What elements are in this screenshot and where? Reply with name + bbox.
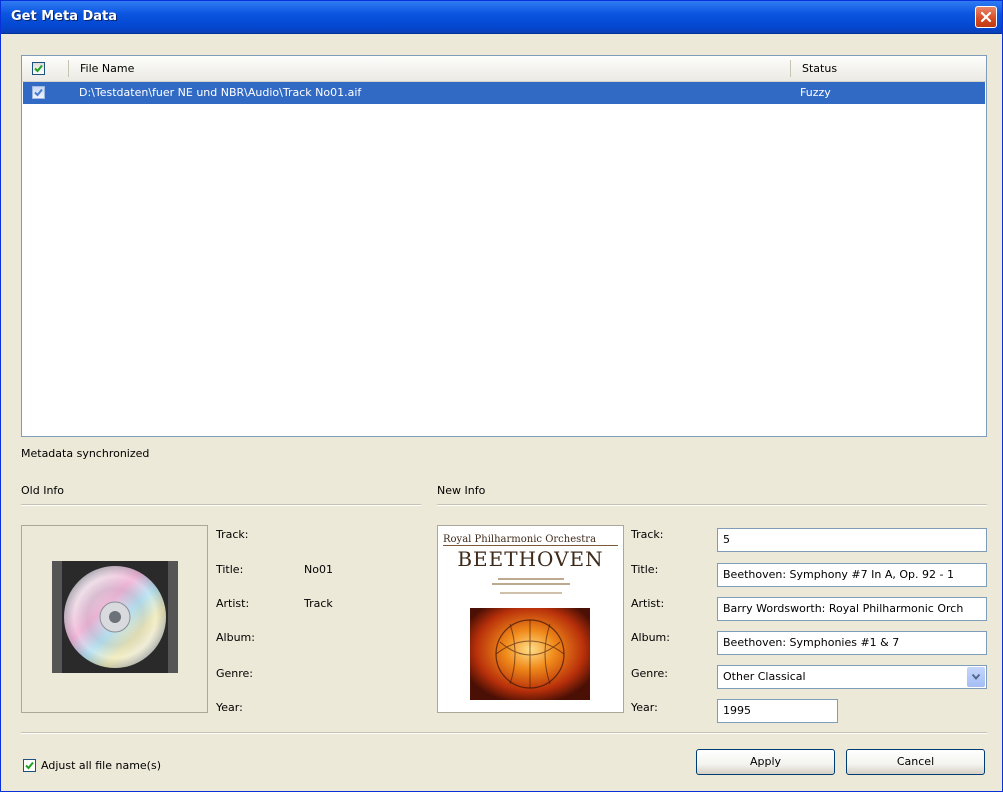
footer-separator bbox=[21, 732, 987, 734]
row-status: Fuzzy bbox=[800, 86, 831, 99]
list-header: File Name Status bbox=[22, 56, 986, 82]
check-icon bbox=[25, 761, 34, 770]
column-header-status[interactable]: Status bbox=[802, 56, 837, 81]
new-genre-label: Genre: bbox=[631, 667, 669, 680]
old-artist-value: Track bbox=[304, 597, 333, 610]
row-file-name: D:\Testdaten\fuer NE und NBR\Audio\Track… bbox=[79, 86, 362, 99]
new-info-heading: New Info bbox=[437, 484, 486, 497]
cd-icon bbox=[52, 561, 178, 673]
adjust-filenames-label[interactable]: Adjust all file name(s) bbox=[41, 759, 161, 772]
old-year-label: Year: bbox=[216, 701, 243, 714]
check-icon bbox=[34, 64, 43, 73]
old-info-heading: Old Info bbox=[21, 484, 65, 497]
title-bar[interactable]: Get Meta Data bbox=[1, 1, 1002, 34]
chevron-down-icon bbox=[972, 674, 980, 680]
old-artist-label: Artist: bbox=[216, 597, 250, 610]
genre-select[interactable]: Other Classical bbox=[717, 665, 987, 689]
old-track-label: Track: bbox=[216, 528, 249, 541]
title-field[interactable]: Beethoven: Symphony #7 In A, Op. 92 - 1 bbox=[717, 563, 987, 587]
new-album-label: Album: bbox=[631, 631, 670, 644]
cancel-button[interactable]: Cancel bbox=[846, 749, 985, 775]
window-title: Get Meta Data bbox=[11, 9, 118, 24]
old-info-separator bbox=[21, 504, 421, 506]
album-art-orchestra: Royal Philharmonic Orchestra bbox=[443, 534, 597, 545]
track-field[interactable]: 5 bbox=[717, 528, 987, 552]
status-message: Metadata synchronized bbox=[21, 447, 150, 460]
table-row[interactable]: D:\Testdaten\fuer NE und NBR\Audio\Track… bbox=[23, 82, 985, 104]
new-title-label: Title: bbox=[631, 563, 659, 576]
genre-dropdown-button[interactable] bbox=[967, 667, 985, 687]
new-track-label: Track: bbox=[631, 528, 664, 541]
new-info-separator bbox=[437, 504, 987, 506]
file-list[interactable]: File Name Status D:\Testdaten\fuer NE un… bbox=[21, 55, 987, 437]
row-checkbox[interactable] bbox=[32, 86, 45, 99]
select-all-checkbox[interactable] bbox=[32, 62, 45, 75]
new-artist-label: Artist: bbox=[631, 597, 665, 610]
close-button[interactable] bbox=[975, 6, 997, 28]
apply-button[interactable]: Apply bbox=[696, 749, 835, 775]
new-year-label: Year: bbox=[631, 701, 658, 714]
old-title-label: Title: bbox=[216, 563, 244, 576]
new-album-art: Royal Philharmonic Orchestra BEETHOVEN bbox=[437, 525, 624, 713]
album-art-composer: BEETHOVEN bbox=[457, 547, 604, 571]
genre-selected-value: Other Classical bbox=[723, 670, 806, 683]
old-title-value: No01 bbox=[304, 563, 333, 576]
album-art-image bbox=[470, 608, 590, 700]
artist-field[interactable]: Barry Wordsworth: Royal Philharmonic Orc… bbox=[717, 597, 987, 621]
old-genre-label: Genre: bbox=[216, 667, 254, 680]
adjust-filenames-checkbox[interactable] bbox=[23, 759, 36, 772]
old-album-label: Album: bbox=[216, 631, 255, 644]
check-icon bbox=[34, 88, 43, 97]
close-icon bbox=[980, 11, 992, 23]
old-album-art bbox=[21, 525, 208, 713]
column-header-file-name[interactable]: File Name bbox=[80, 56, 134, 81]
album-field[interactable]: Beethoven: Symphonies #1 & 7 bbox=[717, 631, 987, 655]
get-meta-data-dialog: Get Meta Data File Name Status D:\Testda… bbox=[0, 0, 1003, 792]
year-field[interactable]: 1995 bbox=[717, 699, 838, 723]
